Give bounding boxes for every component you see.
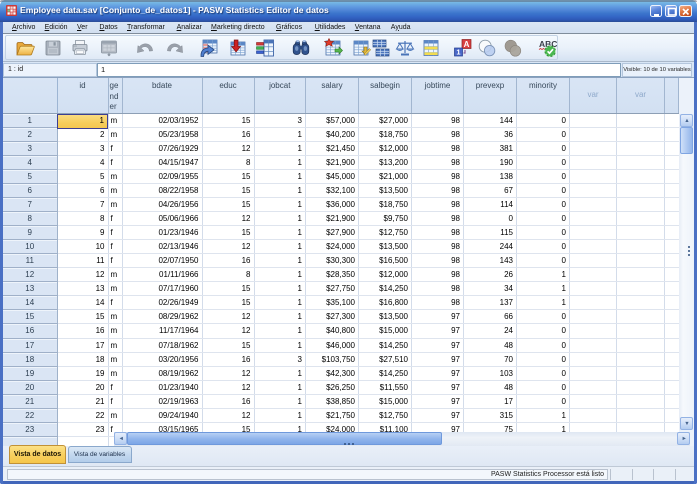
svg-text:A: A	[464, 40, 470, 49]
svg-text:1: 1	[456, 48, 460, 57]
